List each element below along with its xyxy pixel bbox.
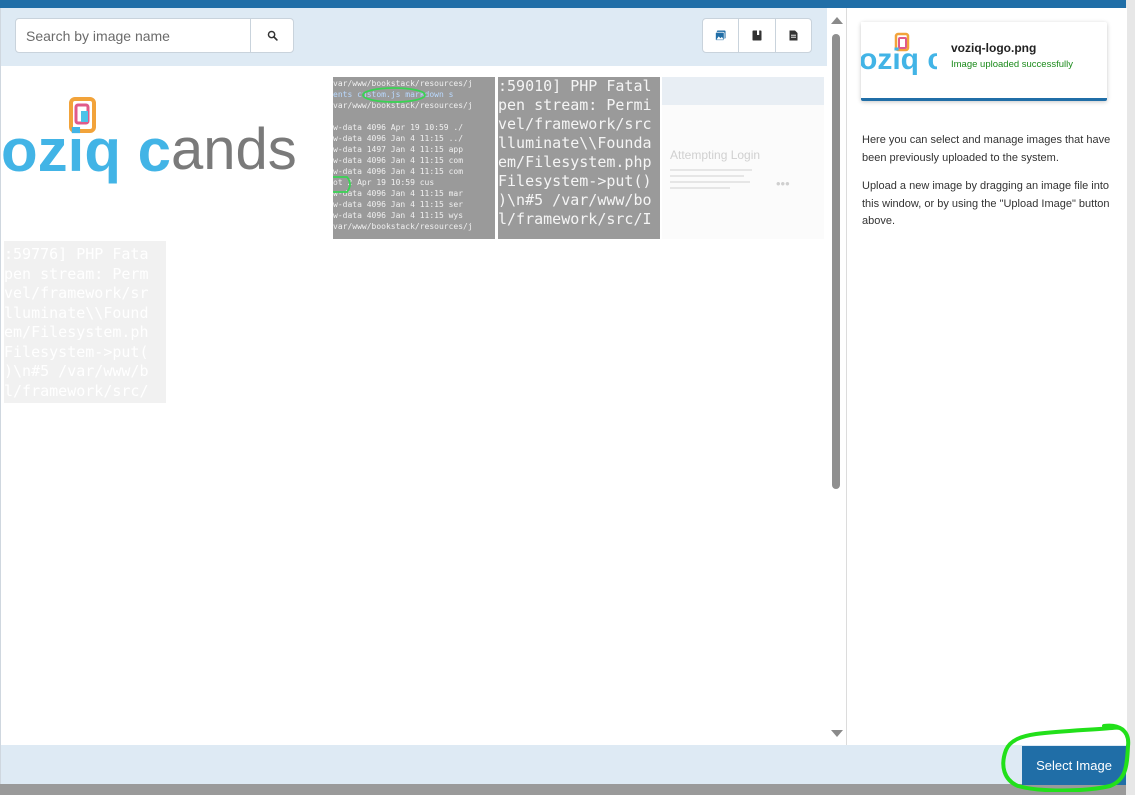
svg-text:ents custom.js markdown s: ents custom.js markdown s [333,90,454,99]
php-error-screenshot-faded: :59776] PHP Fata pen stream: Perm vel/fr… [4,245,149,400]
svg-text:oziq c: oziq c [861,43,937,76]
svg-text:Filesystem->put(): Filesystem->put() [498,172,652,190]
svg-text:•••: ••• [776,176,790,191]
book-icon [752,30,762,41]
search-icon [267,30,278,41]
uploaded-image-thumb: oziq c [861,22,937,98]
search-form [15,18,294,53]
scroll-up-arrow-icon[interactable] [831,17,843,24]
svg-text:w-data 4096 Jan 4 11:15 com: w-data 4096 Jan 4 11:15 com [333,167,463,176]
select-image-button[interactable]: Select Image [1022,746,1126,785]
image-gallery-pane: oziq c ands var/www/bookstack/resources/… [1,8,846,745]
svg-text:var/www/bookstack/resources/j: var/www/bookstack/resources/j [333,222,473,231]
image-thumb-login[interactable]: Attempting Login ••• [662,77,824,239]
svg-text:Attempting Login: Attempting Login [670,148,760,162]
page-background [1126,0,1135,795]
image-thumb-php-error-1[interactable]: :59010] PHP Fatal pen stream: Permi vel/… [498,77,660,239]
svg-text:w-data 1497 Jan 4 11:15 app: w-data 1497 Jan 4 11:15 app [333,145,463,154]
image-thumb-voziq-logo[interactable]: oziq c ands [1,66,331,232]
svg-text:vel/framework/src: vel/framework/src [498,115,652,133]
login-screenshot: Attempting Login ••• [662,77,824,191]
gallery-scrollbar[interactable] [827,8,846,745]
filter-page-button[interactable] [776,19,811,52]
page-icon [789,30,798,41]
svg-text:w-data 4096 Jan 4 11:15 wys: w-data 4096 Jan 4 11:15 wys [333,211,463,220]
page-header-strip [0,0,1135,8]
scroll-down-arrow-icon[interactable] [831,730,843,737]
svg-text:em/Filesystem.php: em/Filesystem.php [498,153,652,171]
filter-book-button[interactable] [739,19,776,52]
svg-text:)\n#5 /var/www/bo: )\n#5 /var/www/bo [498,191,652,209]
voziq-logo-image: oziq c ands [1,97,297,184]
svg-text:w-data 4096 Apr 19 10:59 ./: w-data 4096 Apr 19 10:59 ./ [333,123,463,132]
svg-text:w-data 4096 Jan 4 11:15 ser: w-data 4096 Jan 4 11:15 ser [333,200,463,209]
svg-text:w-data 4096 Jan 4 11:15 ../: w-data 4096 Jan 4 11:15 ../ [333,134,463,143]
svg-text:l/framework/src/: l/framework/src/ [4,382,149,400]
help-paragraph: Upload a new image by dragging an image … [862,180,1110,227]
svg-text::59010] PHP Fatal: :59010] PHP Fatal [498,77,652,95]
modal-footer [1,745,1127,784]
filter-gallery-button[interactable] [703,19,740,52]
image-thumb-php-error-2[interactable]: :59776] PHP Fata pen stream: Perm vel/fr… [4,241,166,403]
gallery-toolbar [1,8,827,66]
upload-status-text: Image uploaded successfully [951,59,1073,70]
svg-text:l/framework/src/I: l/framework/src/I [498,210,652,228]
scrollbar-thumb[interactable] [832,34,840,489]
svg-text:oziq c: oziq c [1,117,171,184]
search-input[interactable] [16,19,250,52]
svg-text::59776] PHP Fata: :59776] PHP Fata [4,245,149,263]
svg-text:pen stream: Perm: pen stream: Perm [4,265,149,283]
voziq-logo-thumbnail: oziq c [861,32,937,76]
upload-success-card: oziq c voziq-logo.png Image uploaded suc… [861,22,1107,101]
svg-text:var/www/bookstack/resources/j: var/www/bookstack/resources/j [333,79,473,88]
svg-text:w-data 4096 Jan 4 11:15 mar: w-data 4096 Jan 4 11:15 mar [333,189,463,198]
svg-text:)\n#5 /var/www/b: )\n#5 /var/www/b [4,362,149,380]
uploaded-file-name: voziq-logo.png [951,41,1037,55]
image-thumb-terminal[interactable]: var/www/bookstack/resources/j ents custo… [333,77,495,239]
image-grid: oziq c ands var/www/bookstack/resources/… [1,66,827,745]
image-manager-modal: oziq c ands var/www/bookstack/resources/… [0,8,1127,784]
svg-text:w-data 4096 Jan 4 11:15 com: w-data 4096 Jan 4 11:15 com [333,156,463,165]
image-details-pane: oziq c voziq-logo.png Image uploaded suc… [846,8,1127,745]
svg-text:ands: ands [171,117,297,182]
svg-text:Filesystem->put(: Filesystem->put( [4,343,149,361]
terminal-screenshot: var/www/bookstack/resources/j ents custo… [333,79,473,231]
svg-text:lluminate\\Founda: lluminate\\Founda [498,134,652,152]
image-manager-help: Here you can select and manage images th… [862,132,1116,242]
svg-text:vel/framework/sr: vel/framework/sr [4,284,149,302]
image-type-filter [702,18,812,53]
svg-text:pen stream: Permi: pen stream: Permi [498,96,652,114]
php-error-screenshot: :59010] PHP Fatal pen stream: Permi vel/… [498,77,652,228]
svg-text:lluminate\\Found: lluminate\\Found [4,304,149,322]
svg-text:em/Filesystem.ph: em/Filesystem.ph [4,323,149,341]
help-paragraph: Here you can select and manage images th… [862,134,1111,164]
image-icon [715,30,726,41]
search-button[interactable] [250,19,294,52]
